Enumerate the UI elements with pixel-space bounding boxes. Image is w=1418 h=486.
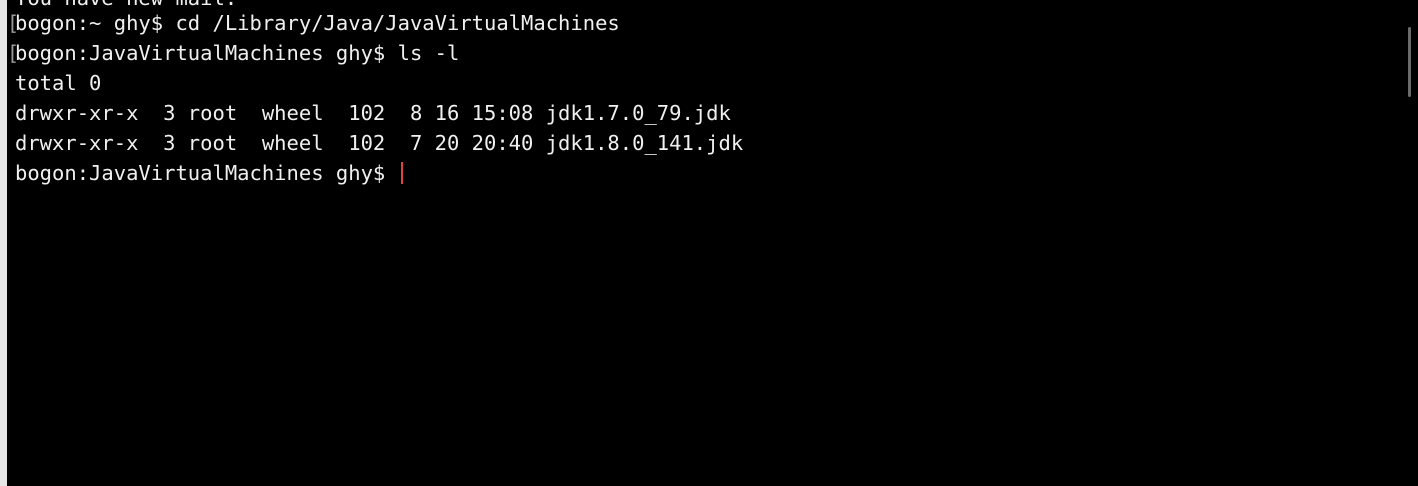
vertical-scrollbar[interactable]	[1402, 0, 1418, 486]
terminal-line-jdk17: drwxr-xr-x 3 root wheel 102 8 16 15:08 j…	[15, 101, 731, 125]
terminal-output-area[interactable]: You have new mail. [ bogon:~ ghy$ cd /Li…	[7, 0, 1402, 486]
terminal-line-ls-command: bogon:JavaVirtualMachines ghy$ ls -l	[15, 41, 460, 65]
command-mark-icon: [	[7, 41, 20, 65]
terminal-line-cd-command: bogon:~ ghy$ cd /Library/Java/JavaVirtua…	[15, 11, 620, 35]
terminal-window: You have new mail. [ bogon:~ ghy$ cd /Li…	[0, 0, 1418, 486]
window-left-border	[0, 0, 7, 486]
terminal-line-total: total 0	[15, 71, 102, 95]
terminal-line-jdk18: drwxr-xr-x 3 root wheel 102 7 20 20:40 j…	[15, 131, 744, 155]
scrollbar-thumb[interactable]	[1408, 27, 1411, 97]
prompt-text: bogon:JavaVirtualMachines ghy$	[15, 161, 398, 185]
command-mark-icon: [	[7, 11, 20, 35]
terminal-line-prompt[interactable]: bogon:JavaVirtualMachines ghy$	[15, 158, 403, 188]
text-cursor	[400, 162, 403, 184]
